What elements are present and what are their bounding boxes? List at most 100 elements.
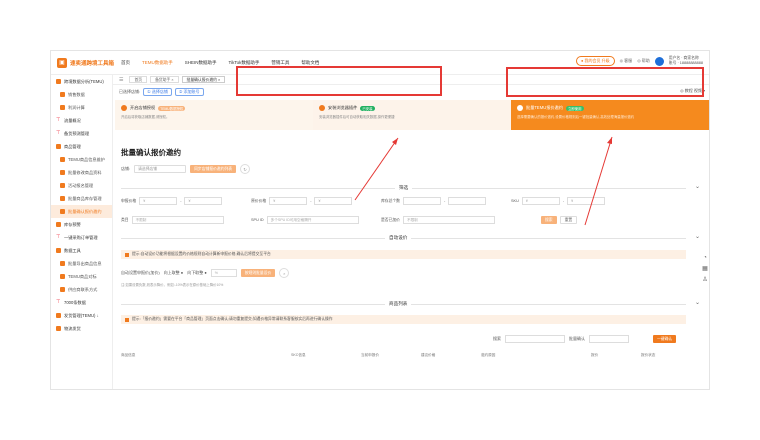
logo[interactable]: ▣ 速卖通跨境工具箱: [57, 58, 114, 68]
pin-icon: ⊤: [56, 234, 61, 240]
step-1-desc: 开启后将获取店铺数据,请授权。: [121, 115, 170, 119]
sync-button[interactable]: 同步店铺报价邀约列表: [190, 165, 237, 173]
one-click-confirm-button[interactable]: 一键确认: [653, 335, 677, 343]
filter-collapse-chevron-icon[interactable]: ⌄: [695, 183, 700, 190]
top-nav-item-0[interactable]: 首页: [121, 60, 130, 66]
sidebar-item-9[interactable]: 批量商品库存管理: [51, 192, 112, 205]
tab-1[interactable]: 备货助手 ×: [150, 76, 179, 83]
step-3-tag[interactable]: 立即使用: [566, 105, 584, 111]
apply-rule-button[interactable]: 按规则批量设价: [240, 269, 276, 277]
sidebar-item-4[interactable]: ⊤ 备货预测管理: [51, 127, 112, 140]
filter-value-select[interactable]: 不限制: [131, 216, 224, 224]
sidebar-item-6[interactable]: TEMU商品信息维护: [51, 153, 112, 166]
step-3[interactable]: 批量TEMU报价邀约 立即使用 选择需要确认的报价邀约,设置价格规则后一键批量确认…: [511, 100, 709, 130]
filter-max-input[interactable]: ¥: [567, 197, 606, 205]
main-content: 已选择店铺: ① 选择店铺 ② 添加账号 ◎ 教程 视频 ▾ 开启店铺授权 TEM…: [113, 66, 709, 389]
top-nav-item-2[interactable]: SHEIN数据助手: [185, 60, 217, 66]
sidebar-item-8[interactable]: 活动报名管理: [51, 179, 112, 192]
filter-title: 筛选: [395, 185, 413, 191]
sidebar-item-12[interactable]: ⊤ 一键采购订单管理: [51, 231, 112, 244]
sidebar-item-label: 批量商品库存管理: [68, 195, 102, 201]
step-2[interactable]: 安装浏览器插件 已安装 安装浏览器插件后可自动获取相关数据,操作更便捷: [313, 100, 511, 130]
reset-button[interactable]: 重置: [559, 216, 578, 224]
auto-notice-text: 提示:自动设价功能将根据设置的价格规则自动计算新申报价格,确认后将提交至平台: [132, 252, 271, 256]
filter-row-2: 类目 不限制 SPU ID 多个SPU ID可用空格隔开 是否已加价 不限制 搜索 重置: [121, 216, 686, 226]
clear-icon[interactable]: ×: [279, 268, 290, 278]
sidebar-item-13[interactable]: 数据工具: [51, 244, 112, 257]
select-store-pill[interactable]: ① 选择店铺: [143, 88, 172, 96]
sidebar-item-16[interactable]: 供应商联系方式: [51, 283, 112, 296]
filter-max-input[interactable]: ¥: [314, 197, 353, 205]
sidebar-item-0[interactable]: 跨境数据分析(TEMU): [51, 75, 112, 88]
sidebar-item-label: 商品管理: [64, 143, 81, 149]
menu-icon: [60, 105, 65, 110]
refresh-icon[interactable]: ↻: [240, 164, 251, 174]
steps-banner: 开启店铺授权 TEMU数据授权 开启后将获取店铺数据,请授权。 安装浏览器插件 已安…: [115, 100, 709, 130]
sidebar-item-label: 销售数据: [68, 91, 85, 97]
pin-icon: ⊤: [56, 117, 61, 123]
sidebar-item-10[interactable]: 批量确认报价邀约: [51, 205, 112, 218]
chat-icon[interactable]: ◔: [703, 255, 707, 261]
highlight-box-step-2: [236, 66, 442, 96]
sidebar-item-label: 活动报名管理: [68, 182, 94, 188]
sidebar-item-label: 流量概况: [64, 117, 81, 123]
sidebar-item-label: TEMU商品对标: [68, 273, 97, 279]
user-icon[interactable]: ♙: [702, 276, 707, 283]
sidebar-item-5[interactable]: 商品管理: [51, 140, 112, 153]
list-search-input[interactable]: [505, 335, 565, 343]
top-nav-item-1[interactable]: TEMU数据助手: [142, 60, 173, 66]
help-link[interactable]: ◎ 帮助: [637, 58, 650, 64]
filter-max-input[interactable]: ¥: [184, 197, 223, 205]
filter-min-input[interactable]: ¥: [139, 197, 178, 205]
list-confirm-input[interactable]: [589, 335, 629, 343]
add-account-pill[interactable]: ② 添加账号: [174, 88, 204, 96]
sidebar-item-15[interactable]: TEMU商品对标: [51, 270, 112, 283]
menu-toggle-icon[interactable]: ☰: [119, 77, 123, 83]
filter-value-select[interactable]: 多个SPU ID可用空格隔开: [266, 216, 359, 224]
sidebar-item-17[interactable]: ⊤ 7000条数据: [51, 296, 112, 309]
member-badge[interactable]: ● 我的会员 升级: [575, 56, 615, 66]
sidebar-item-7[interactable]: 批量修改商品资料: [51, 166, 112, 179]
tab-0[interactable]: 首页: [129, 76, 148, 83]
sidebar-item-label: 批量导出商品信息: [68, 260, 102, 266]
pin-icon: ⊤: [56, 299, 61, 305]
filter-value-select[interactable]: 不限制: [402, 216, 495, 224]
service-link[interactable]: ◎ 客服: [620, 58, 633, 64]
list-search-row: 搜索 批量确认 一键确认: [493, 335, 677, 343]
sidebar-item-2[interactable]: 利润计算: [51, 101, 112, 114]
round-up-radio[interactable]: 向上取整 ●: [164, 270, 184, 276]
filter-max-input[interactable]: [448, 197, 487, 205]
sidebar-item-14[interactable]: 批量导出商品信息: [51, 257, 112, 270]
filter-min-input[interactable]: ¥: [521, 197, 560, 205]
auto-collapse-chevron-icon[interactable]: ⌄: [695, 233, 700, 240]
menu-icon: [60, 157, 65, 162]
sidebar-item-18[interactable]: 发货管理(TEMU) ↓: [51, 309, 112, 322]
percent-input[interactable]: %: [210, 269, 237, 277]
sidebar-item-19[interactable]: 物流发货: [51, 322, 112, 335]
menu-icon: [60, 209, 65, 214]
sidebar-item-label: 数据工具: [64, 247, 81, 253]
filter-min-input[interactable]: ¥: [269, 197, 308, 205]
tab-2[interactable]: 批量确认报价邀约 ×: [181, 76, 226, 83]
round-down-radio[interactable]: 向下取整 ●: [187, 270, 207, 276]
sidebar-item-label: TEMU商品信息维护: [68, 156, 105, 162]
step-1[interactable]: 开启店铺授权 TEMU数据授权 开启后将获取店铺数据,请授权。: [115, 100, 313, 130]
list-collapse-chevron-icon[interactable]: ⌄: [695, 299, 700, 306]
sidebar-item-3[interactable]: ⊤ 流量概况: [51, 114, 112, 127]
store-select[interactable]: 请选择店铺: [134, 165, 187, 173]
highlight-box-step-3: [506, 67, 704, 97]
sidebar-item-1[interactable]: 销售数据: [51, 88, 112, 101]
list-title: 商品列表: [385, 301, 412, 307]
search-button[interactable]: 搜索: [541, 216, 557, 224]
user-info[interactable]: 用户名 · 商家名称 账号 · 18888888888: [669, 56, 703, 66]
qrcode-icon[interactable]: ▦: [702, 265, 708, 272]
menu-icon: [60, 92, 65, 97]
filter-min-input[interactable]: [402, 197, 441, 205]
step-1-tag[interactable]: TEMU数据授权: [158, 105, 186, 111]
sidebar-item-label: 发货管理(TEMU) ↓: [64, 312, 99, 318]
filter-label: 是否已加价: [381, 217, 400, 222]
avatar[interactable]: [654, 56, 664, 66]
sidebar-item-11[interactable]: 库存预警: [51, 218, 112, 231]
sidebar-item-label: 批量确认报价邀约: [68, 208, 102, 214]
menu-icon: [56, 79, 61, 84]
